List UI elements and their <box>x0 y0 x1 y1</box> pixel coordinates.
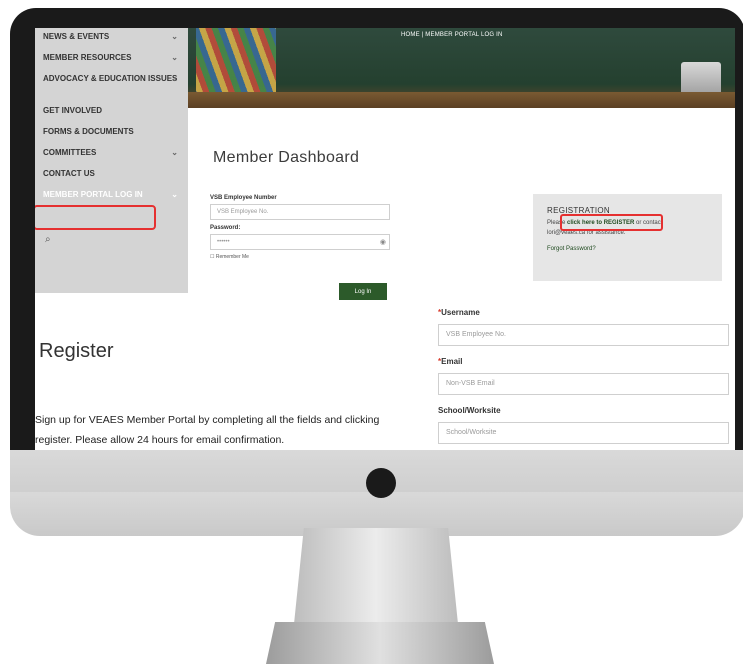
breadcrumb[interactable]: HOME | MEMBER PORTAL LOG IN <box>401 32 503 38</box>
remember-me-label: Remember Me <box>215 254 249 260</box>
registration-panel: REGISTRATION Please click here to REGIST… <box>533 194 722 281</box>
nav-label: GET INVOLVED <box>43 106 102 115</box>
monitor-stand-base <box>266 622 494 664</box>
hero-banner <box>188 28 735 108</box>
search-icon[interactable]: ⌕ <box>45 234 51 245</box>
register-form: *Username VSB Employee No. *Email Non-VS… <box>438 308 733 450</box>
nav-item-forms-documents[interactable]: FORMS & DOCUMENTS <box>35 123 188 144</box>
monitor-mockup: NEWS & EVENTS ⌄ MEMBER RESOURCES ⌄ ADVOCAC… <box>0 0 743 664</box>
login-button[interactable]: Log In <box>339 283 387 300</box>
chevron-down-icon: ⌄ <box>171 74 178 83</box>
nav-label: MEMBER PORTAL LOG IN <box>43 190 143 199</box>
chevron-down-icon: ⌄ <box>171 148 178 157</box>
nav-label: ADVOCACY & EDUCATION ISSUES <box>43 74 178 83</box>
desk-image <box>188 92 735 108</box>
email-input[interactable]: Non-VSB Email <box>438 373 729 395</box>
annotation-highlight-box <box>35 205 156 230</box>
nav-label: NEWS & EVENTS <box>43 32 110 41</box>
remember-me-checkbox[interactable]: ☐ Remember Me <box>210 254 400 260</box>
nav-item-member-portal[interactable]: MEMBER PORTAL LOG IN ⌄ <box>35 186 188 207</box>
nav-item-member-resources[interactable]: MEMBER RESOURCES ⌄ <box>35 49 188 70</box>
browser-screen: NEWS & EVENTS ⌄ MEMBER RESOURCES ⌄ ADVOCAC… <box>35 28 735 450</box>
login-form: VSB Employee Number VSB Employee No. Pas… <box>210 195 400 300</box>
email-label: *Email <box>438 357 733 366</box>
password-input[interactable]: •••••• <box>210 234 390 250</box>
field-label: School/Worksite <box>438 406 501 415</box>
chevron-down-icon: ⌄ <box>171 53 178 62</box>
school-worksite-input[interactable]: School/Worksite <box>438 422 729 444</box>
chevron-down-icon: ⌄ <box>171 32 178 41</box>
username-input[interactable]: VSB Employee No. <box>438 324 729 346</box>
nav-item-contact-us[interactable]: CONTACT US <box>35 165 188 186</box>
register-heading: Register <box>39 340 114 362</box>
nav-item-news-events[interactable]: NEWS & EVENTS ⌄ <box>35 28 188 49</box>
password-row: •••••• ◉ <box>210 234 400 250</box>
nav-item-advocacy[interactable]: ADVOCACY & EDUCATION ISSUES ⌄ <box>35 70 188 102</box>
annotation-highlight-box <box>560 214 663 231</box>
nav-label: FORMS & DOCUMENTS <box>43 127 134 136</box>
field-label: Email <box>441 357 463 366</box>
username-label: *Username <box>438 308 733 317</box>
camera-icon <box>366 468 396 498</box>
monitor-chin <box>10 450 743 536</box>
forgot-password-link[interactable]: Forgot Password? <box>547 246 708 252</box>
sidebar-nav: NEWS & EVENTS ⌄ MEMBER RESOURCES ⌄ ADVOCAC… <box>35 28 188 293</box>
monitor-frame: NEWS & EVENTS ⌄ MEMBER RESOURCES ⌄ ADVOCAC… <box>10 8 743 536</box>
chevron-down-icon: ⌄ <box>171 190 178 199</box>
field-label: Username <box>441 308 480 317</box>
eye-icon[interactable]: ◉ <box>380 238 386 246</box>
monitor-stand-neck <box>294 528 458 624</box>
nav-label: COMMITTEES <box>43 148 97 157</box>
employee-number-input[interactable]: VSB Employee No. <box>210 204 390 220</box>
nav-label: CONTACT US <box>43 169 95 178</box>
password-label: Password: <box>210 225 241 231</box>
nav-item-get-involved[interactable]: GET INVOLVED <box>35 102 188 123</box>
nav-label: MEMBER RESOURCES <box>43 53 132 62</box>
employee-number-label: VSB Employee Number <box>210 195 277 201</box>
page-title: Member Dashboard <box>213 149 360 166</box>
nav-item-committees[interactable]: COMMITTEES ⌄ <box>35 144 188 165</box>
school-worksite-label: School/Worksite <box>438 406 733 415</box>
register-description: Sign up for VEAES Member Portal by compl… <box>35 414 380 446</box>
